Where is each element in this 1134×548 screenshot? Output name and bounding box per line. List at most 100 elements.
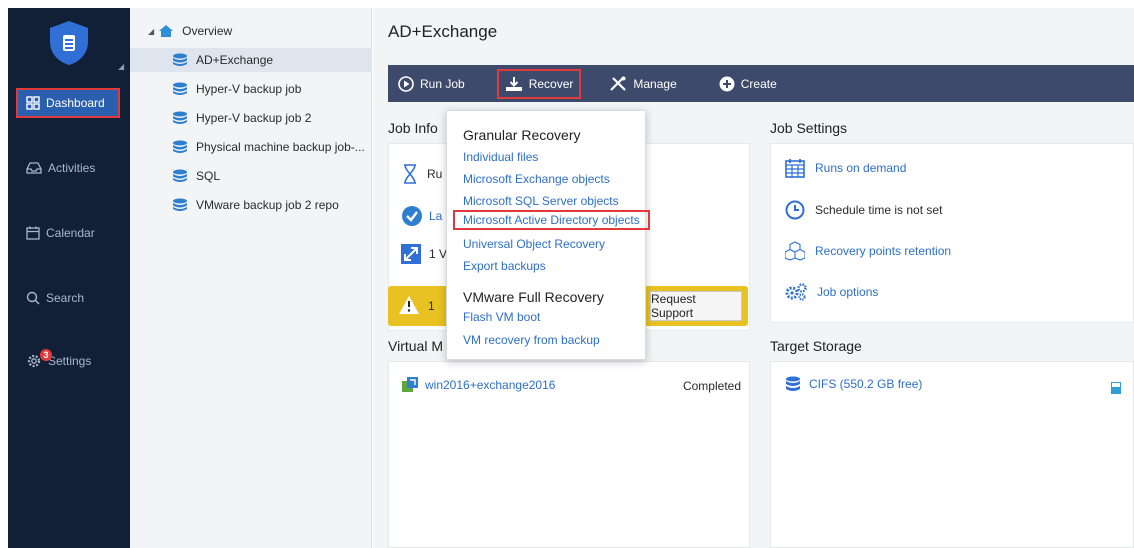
- tree-item-hyperv-1[interactable]: Hyper-V backup job: [130, 77, 301, 101]
- manage-label: Manage: [633, 76, 677, 91]
- warning-text: 1: [428, 299, 435, 313]
- job-options-link[interactable]: Job options: [817, 285, 878, 299]
- job-options-row: Job options: [785, 283, 878, 301]
- tree-item-physical[interactable]: Physical machine backup job-...: [130, 135, 365, 159]
- vmware-full-recovery-header: VMware Full Recovery: [463, 289, 604, 305]
- settings-icon-wrap: 3: [26, 349, 52, 369]
- cubes-icon: [785, 241, 805, 261]
- retention-link[interactable]: Recovery points retention: [815, 244, 951, 258]
- recover-button[interactable]: Recover: [496, 68, 582, 99]
- expand-arrows-icon: [401, 244, 421, 264]
- job-stack-icon: [173, 53, 187, 66]
- runs-on-demand-link[interactable]: Runs on demand: [815, 161, 906, 175]
- storage-usage-indicator: [1111, 382, 1121, 394]
- target-storage-title: Target Storage: [770, 338, 862, 354]
- tree-item-sql[interactable]: SQL: [130, 164, 220, 188]
- job-info-run-text: Ru: [427, 167, 443, 181]
- job-info-last-link[interactable]: La: [429, 209, 442, 223]
- create-button[interactable]: Create: [711, 69, 785, 99]
- warning-triangle-icon: [399, 296, 419, 314]
- schedule-text: Schedule time is not set: [815, 203, 943, 217]
- calendar-icon: [26, 226, 40, 240]
- plus-circle-icon: [719, 76, 735, 91]
- menu-active-directory-objects[interactable]: Microsoft Active Directory objects: [453, 210, 650, 230]
- job-stack-icon: [173, 111, 187, 124]
- nav-activities[interactable]: Activities: [16, 153, 120, 183]
- recover-label: Recover: [528, 76, 574, 91]
- job-stack-icon: [173, 169, 187, 182]
- request-support-button[interactable]: Request Support: [650, 291, 742, 321]
- nav-calendar[interactable]: Calendar: [16, 218, 120, 248]
- tree-item-label: Physical machine backup job-...: [196, 140, 365, 154]
- job-toolbar: Run Job Recover Manage Create: [388, 65, 1134, 102]
- check-circle-icon: [402, 206, 422, 226]
- tree-item-hyperv-2[interactable]: Hyper-V backup job 2: [130, 106, 311, 130]
- storage-row[interactable]: CIFS (550.2 GB free): [785, 376, 922, 392]
- job-stack-icon: [173, 140, 187, 153]
- run-job-button[interactable]: Run Job: [390, 69, 473, 99]
- nav-dashboard-label: Dashboard: [46, 96, 105, 110]
- vm-name-link[interactable]: win2016+exchange2016: [425, 378, 555, 392]
- hourglass-icon: [404, 164, 416, 184]
- job-stack-icon: [173, 82, 187, 95]
- calendar-grid-icon: [785, 159, 805, 178]
- job-info-vm-text: 1 V: [429, 247, 448, 261]
- tree-root-overview[interactable]: ◢ Overview: [148, 19, 232, 43]
- tree-item-label: VMware backup job 2 repo: [196, 198, 339, 212]
- nav-dashboard[interactable]: Dashboard: [16, 88, 120, 118]
- clock-icon: [785, 200, 805, 220]
- job-info-last-row: La: [401, 205, 442, 227]
- inbox-icon: [26, 162, 42, 174]
- tools-icon: [610, 76, 627, 91]
- play-circle-icon: [398, 75, 414, 92]
- left-navigation: ◢ Dashboard Activities Calendar Search 3…: [8, 8, 130, 548]
- job-stack-icon: [173, 198, 187, 211]
- vm-icon: [402, 377, 418, 392]
- nav-search[interactable]: Search: [16, 283, 120, 313]
- tree-root-label: Overview: [182, 24, 233, 38]
- job-settings-title: Job Settings: [770, 120, 848, 136]
- create-label: Create: [740, 76, 777, 91]
- download-icon: [505, 76, 522, 91]
- job-info-vm-row: 1 V: [401, 244, 447, 264]
- vm-row[interactable]: win2016+exchange2016: [401, 376, 555, 394]
- page-title: AD+Exchange: [388, 22, 498, 41]
- search-icon: [26, 291, 40, 305]
- menu-export-backups[interactable]: Export backups: [463, 259, 546, 273]
- target-storage-card: CIFS (550.2 GB free): [770, 361, 1134, 548]
- collapse-triangle-icon[interactable]: ◢: [148, 27, 154, 36]
- job-info-run-row: Ru: [401, 164, 442, 184]
- dashboard-icon: [26, 96, 40, 110]
- app-logo-icon[interactable]: [48, 20, 90, 66]
- job-tree: ◢ Overview AD+Exchange Hyper-V backup jo…: [130, 8, 372, 548]
- run-job-label: Run Job: [420, 76, 465, 91]
- tree-item-label: Hyper-V backup job: [196, 82, 302, 96]
- menu-universal-object-recovery[interactable]: Universal Object Recovery: [463, 237, 605, 251]
- job-settings-card: Runs on demand Schedule time is not set …: [770, 143, 1134, 323]
- granular-recovery-header: Granular Recovery: [463, 127, 581, 143]
- menu-sql-objects[interactable]: Microsoft SQL Server objects: [463, 194, 619, 208]
- nav-settings[interactable]: 3 Settings: [16, 346, 120, 376]
- tree-item-label: SQL: [196, 169, 221, 183]
- tree-item-vmware[interactable]: VMware backup job 2 repo: [130, 193, 339, 217]
- menu-exchange-objects[interactable]: Microsoft Exchange objects: [463, 172, 610, 186]
- nav-settings-label: Settings: [48, 354, 92, 368]
- tree-item-label: Hyper-V backup job 2: [196, 111, 312, 125]
- tree-item-ad-exchange[interactable]: AD+Exchange: [130, 48, 372, 72]
- runs-on-demand-row: Runs on demand: [785, 158, 906, 178]
- job-info-title: Job Info: [388, 120, 438, 136]
- menu-individual-files[interactable]: Individual files: [463, 150, 538, 164]
- menu-vm-recovery-from-backup[interactable]: VM recovery from backup: [463, 333, 600, 347]
- gears-icon: [785, 283, 807, 301]
- recover-dropdown-menu: Granular Recovery Individual files Micro…: [446, 110, 650, 360]
- tree-item-label: AD+Exchange: [196, 53, 274, 67]
- nav-activities-label: Activities: [48, 161, 96, 175]
- settings-badge: 3: [40, 349, 52, 361]
- storage-icon: [786, 376, 800, 391]
- storage-name-link[interactable]: CIFS (550.2 GB free): [809, 377, 922, 391]
- manage-button[interactable]: Manage: [601, 69, 684, 99]
- nav-calendar-label: Calendar: [46, 226, 95, 240]
- menu-flash-vm-boot[interactable]: Flash VM boot: [463, 310, 540, 324]
- collapse-corner-icon[interactable]: ◢: [118, 62, 124, 71]
- virtual-machines-title: Virtual M: [388, 338, 443, 354]
